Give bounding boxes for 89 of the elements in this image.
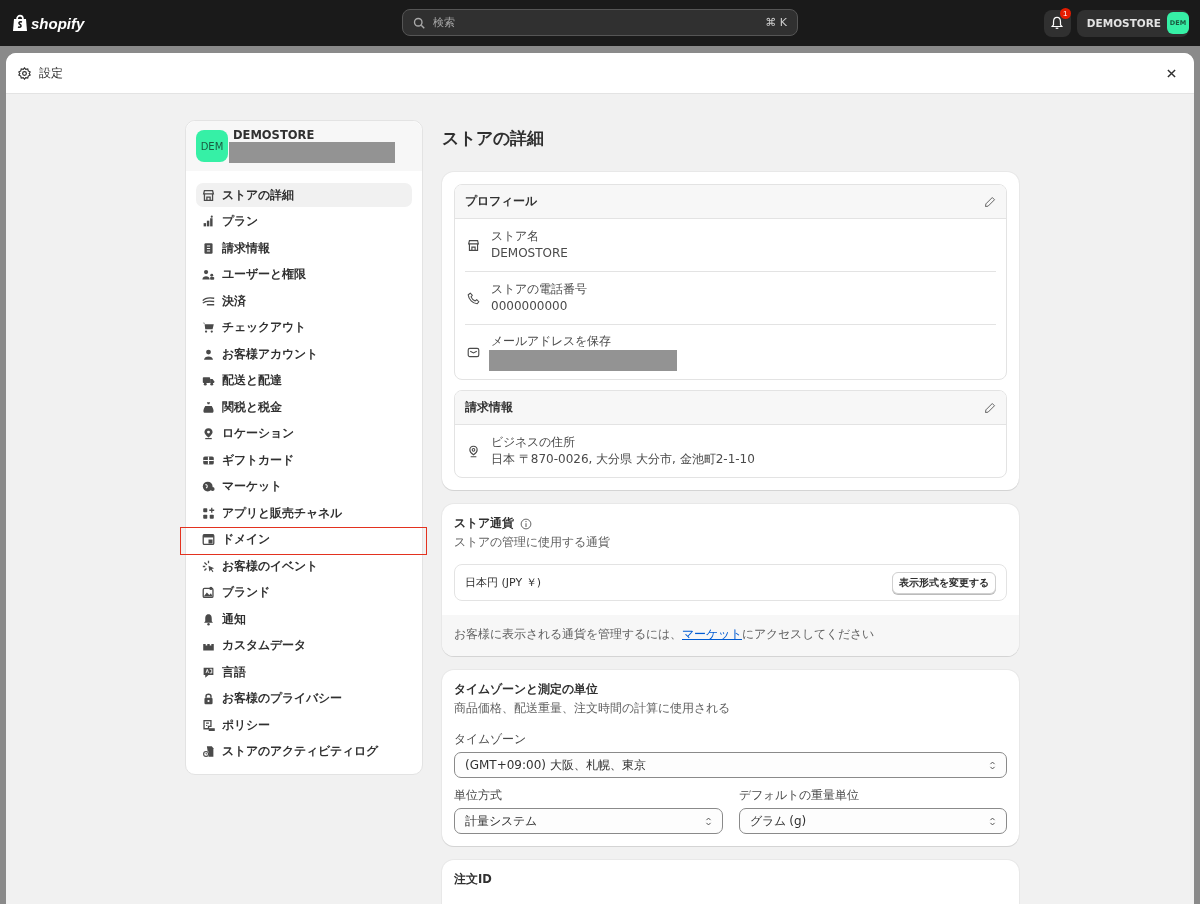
field-label: 単位方式 [454,788,503,803]
sidebar-item[interactable]: お客様アカウント [196,342,412,366]
truck-icon [202,374,215,387]
image-icon [202,586,215,599]
shopping-bag-icon [12,14,28,32]
sparkle-icon [202,559,215,573]
speech-bubble-icon [202,665,215,679]
weight-unit-select[interactable]: グラム (g) [738,808,1007,834]
field-label: ストアの電話番号 [491,281,587,298]
sidebar-item[interactable]: 配送と配達 [196,368,412,393]
change-format-button[interactable]: 表示形式を変更する [892,571,996,594]
sidebar-item[interactable]: ストアのアクティビティログ [196,739,412,764]
sidebar-item[interactable]: 関税と税金 [196,395,412,419]
lock-icon [202,692,215,705]
section-title: ストア通貨 [454,516,514,531]
window-icon [202,533,215,546]
sidebar-item[interactable]: ロケーション [196,421,412,446]
store-name: DEMOSTORE [233,129,316,142]
section-title: 注文ID [454,872,492,887]
grid-icon [202,506,215,520]
pin-icon [202,427,215,440]
store-icon [202,188,215,202]
bell-icon [1050,16,1065,30]
store-icon [467,238,480,252]
notifications-button[interactable]: 1 [1043,9,1071,37]
panel-title: プロフィール [465,194,537,209]
gift-card-icon [202,453,215,467]
notification-badge: 1 [1059,7,1071,19]
field-label: タイムゾーン [454,732,527,747]
field-label: デフォルトの重量単位 [738,788,860,803]
bag-icon [202,400,215,414]
sidebar-item[interactable]: お客様のイベント [196,554,412,578]
sidebar-item[interactable]: 通知 [196,607,412,631]
sidebar-item[interactable]: お客様のプライバシー [196,686,412,711]
pencil-icon [984,401,996,414]
page-title: ストアの詳細 [442,127,545,150]
pencil-icon [984,195,996,208]
sidebar-item[interactable]: プラン [196,209,412,234]
close-icon [1166,68,1176,78]
search-icon [413,16,425,29]
help-text: お客様に表示される通貨を管理するには、マーケット にアクセスしてください [454,627,875,642]
section-subtitle: ストアの管理に使用する通貨 [454,535,611,550]
chevron-up-down-icon [987,759,998,771]
field-value: DEMOSTORE [491,245,568,262]
field-value: 0000000000 [491,298,569,315]
clock-document-icon [202,745,215,758]
keyboard-shortcut: ⌘ K [765,16,787,29]
field-label: ビジネスの住所 [491,434,576,451]
sidebar-item[interactable]: 決済 [196,289,412,313]
sidebar-item[interactable]: ブランド [196,580,412,605]
chevron-up-down-icon [987,815,998,827]
person-icon [202,347,215,361]
bell-icon [202,612,215,626]
sidebar-item[interactable]: ドメイン [196,527,412,552]
field-label: メールアドレスを保存 [491,333,612,350]
section-title: タイムゾーンと測定の単位 [454,682,598,697]
sidebar-item[interactable]: マーケット [196,474,412,499]
field-value: 日本 〒870-0026, 大分県 大分市, 金池町2-1-10 [491,451,755,468]
sidebar-item[interactable]: ポリシー [196,713,412,737]
dialog-title: 設定 [39,64,63,82]
phone-icon [467,291,480,305]
unit-system-select[interactable]: 計量システム [454,808,723,834]
sidebar-item[interactable]: ギフトカード [196,448,412,472]
search-field[interactable]: 検索 ⌘ K [402,9,798,36]
sidebar-item[interactable]: アプリと販売チャネル [196,501,412,525]
info-icon [520,517,532,530]
location-pin-icon [467,444,480,458]
cart-icon [202,321,215,334]
chart-bars-icon [202,215,215,228]
panel-title: 請求情報 [465,400,513,415]
sidebar-item[interactable]: ユーザーと権限 [196,262,412,287]
users-icon [202,268,215,281]
timezone-select[interactable]: (GMT+09:00) 大阪、札幌、東京 [454,752,1007,778]
receipt-icon [202,241,215,255]
store-avatar: DEM [196,130,228,162]
logo-wordmark[interactable]: shopify [31,14,85,32]
currency-value: 日本円 (JPY ￥) [465,575,541,590]
document-icon [202,718,215,732]
settings-icon [18,66,31,80]
sidebar-item[interactable]: 請求情報 [196,236,412,260]
section-subtitle: 商品価格、配送重量、注文時間の計算に使用される [454,701,731,716]
markets-link[interactable]: マーケット [682,627,742,641]
sidebar-item[interactable]: カスタムデータ [196,633,412,658]
sidebar-item[interactable]: チェックアウト [196,315,412,340]
envelope-icon [467,345,480,359]
sidebar-item[interactable]: 言語 [196,660,412,684]
search-input[interactable]: 検索 [433,16,758,29]
sidebar-item[interactable]: ストアの詳細 [196,183,412,207]
field-label: ストア名 [491,228,540,245]
